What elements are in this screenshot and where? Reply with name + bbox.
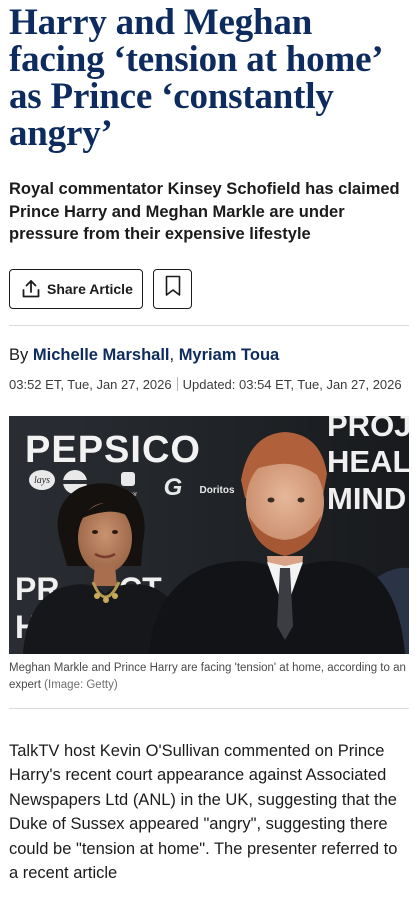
article-dates: 03:52 ET, Tue, Jan 27, 2026 Updated: 03:5… bbox=[9, 376, 409, 394]
divider bbox=[9, 324, 409, 326]
byline: By Michelle Marshall, Myriam Toua bbox=[9, 345, 409, 365]
backdrop-brand: PEPSICO bbox=[25, 429, 201, 471]
bookmark-icon bbox=[165, 275, 181, 302]
sponsor-gatorade-mark: G bbox=[164, 474, 183, 501]
byline-prefix: By bbox=[9, 345, 29, 364]
bookmark-button[interactable] bbox=[153, 268, 192, 309]
article-photo[interactable]: PEPSICO lays pepsi quaker G Doritos PROJ… bbox=[9, 415, 409, 654]
article-page: Harry and Meghan facing ‘tension at home… bbox=[9, 0, 409, 902]
photo-caption: Meghan Markle and Prince Harry are facin… bbox=[9, 660, 409, 694]
photo-credit: (Image: Getty) bbox=[44, 678, 118, 691]
published-date: 03:52 ET, Tue, Jan 27, 2026 bbox=[9, 376, 172, 392]
updated-date: Updated: 03:54 ET, Tue, Jan 27, 2026 bbox=[182, 376, 402, 392]
date-separator bbox=[176, 376, 178, 391]
backdrop-right-line-2: HEALT bbox=[327, 444, 409, 479]
caption-divider bbox=[9, 707, 409, 709]
author-separator: , bbox=[169, 345, 175, 364]
share-article-label: Share Article bbox=[47, 280, 133, 297]
sponsor-lays-mark: lays bbox=[34, 475, 50, 486]
article-actions: Share Article bbox=[9, 268, 409, 309]
author-link-myriam-toua[interactable]: Myriam Toua bbox=[179, 346, 280, 364]
share-upload-icon bbox=[21, 279, 41, 299]
share-article-button[interactable]: Share Article bbox=[9, 268, 143, 309]
backdrop-right-line-1: PROJ bbox=[327, 416, 409, 443]
backdrop-right-line-3: MIND bbox=[327, 481, 406, 516]
article-standfirst: Royal commentator Kinsey Schofield has c… bbox=[9, 180, 400, 243]
article-headline: Harry and Meghan facing ‘tension at home… bbox=[9, 2, 381, 154]
photo-illustration: PEPSICO lays pepsi quaker G Doritos PROJ… bbox=[9, 415, 409, 654]
article-body-paragraph: TalkTV host Kevin O'Sullivan commented o… bbox=[9, 741, 398, 883]
sponsor-doritos-mark: Doritos bbox=[200, 485, 235, 496]
author-link-michelle-marshall[interactable]: Michelle Marshall bbox=[33, 346, 170, 364]
